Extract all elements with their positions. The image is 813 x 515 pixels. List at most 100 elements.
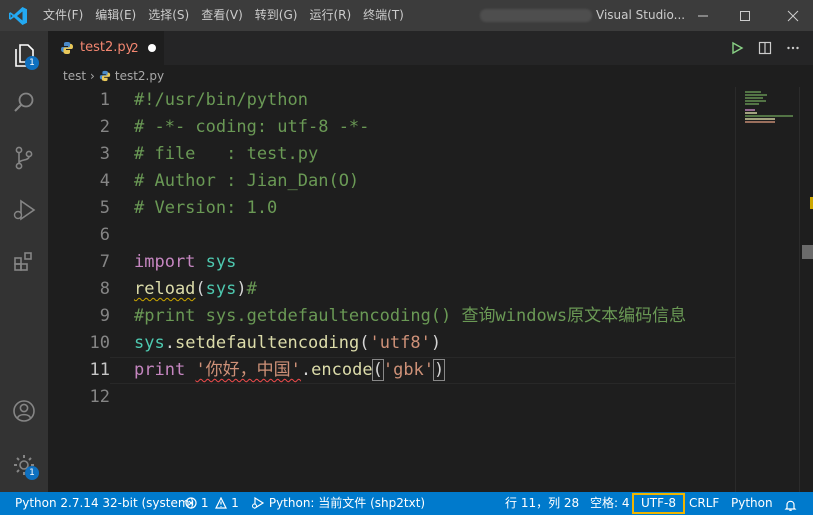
- python-interpreter[interactable]: Python 2.7.14 32-bit (system): [15, 492, 194, 515]
- notifications-button[interactable]: [784, 497, 797, 515]
- minimap-line: [745, 91, 761, 93]
- run-file-button[interactable]: [725, 36, 749, 60]
- account-icon: [13, 400, 35, 422]
- more-actions-button[interactable]: [781, 36, 805, 60]
- maximize-button[interactable]: [722, 0, 767, 31]
- minimap-line: [745, 103, 759, 105]
- problems-indicator[interactable]: 1 1: [185, 492, 239, 515]
- tab-problem-count: 2: [131, 41, 139, 55]
- minimap[interactable]: [735, 87, 799, 492]
- title-bar: 文件(F) 编辑(E) 选择(S) 查看(V) 转到(G) 运行(R) 终端(T…: [0, 0, 813, 31]
- menu-file[interactable]: 文件(F): [37, 0, 89, 31]
- extensions-icon: [14, 252, 32, 271]
- line-number: 1: [99, 90, 110, 110]
- menu-view[interactable]: 查看(V): [195, 0, 249, 31]
- menu-go[interactable]: 转到(G): [249, 0, 304, 31]
- cursor-position[interactable]: 行 11，列 28: [505, 492, 579, 515]
- paren-close: ): [430, 333, 442, 353]
- function-encode: encode: [311, 360, 373, 380]
- run-target-label: Python: 当前文件 (shp2txt): [268, 496, 426, 510]
- menu-bar: 文件(F) 编辑(E) 选择(S) 查看(V) 转到(G) 运行(R) 终端(T…: [37, 0, 410, 31]
- minimap-line: [745, 94, 767, 96]
- code-line-4: # Author : Jian_Dan(O): [134, 171, 360, 191]
- indentation[interactable]: 空格: 4: [590, 492, 630, 515]
- arg-sys: sys: [205, 279, 237, 299]
- breadcrumb-folder[interactable]: test: [63, 69, 86, 83]
- warning-icon: [215, 496, 228, 509]
- line-number: 4: [99, 171, 110, 191]
- code-line-10: sys.setdefaultencoding('utf8'): [134, 330, 441, 357]
- minimize-button[interactable]: [680, 0, 725, 31]
- code-line-5: # Version: 1.0: [134, 198, 278, 218]
- vscode-logo-icon: [9, 7, 27, 25]
- maximize-icon: [739, 10, 750, 21]
- explorer-badge: 1: [25, 56, 39, 70]
- paren-open: (: [195, 279, 206, 299]
- source-control-button[interactable]: [0, 134, 48, 182]
- function-setdefaultencoding: setdefaultencoding: [174, 333, 360, 353]
- split-editor-button[interactable]: [753, 36, 777, 60]
- line-number: 3: [99, 144, 110, 164]
- code-line-2: # -*- coding: utf-8 -*-: [134, 117, 370, 137]
- explorer-button[interactable]: 1: [0, 31, 48, 79]
- line-number: 5: [99, 198, 110, 218]
- code-line-8: reload(sys)#: [134, 276, 257, 303]
- menu-selection[interactable]: 选择(S): [142, 0, 195, 31]
- keyword-print: print: [134, 360, 186, 380]
- unsaved-dot-icon[interactable]: [148, 44, 156, 52]
- scroll-thumb[interactable]: [802, 245, 813, 259]
- language-mode[interactable]: Python: [731, 492, 773, 515]
- menu-run[interactable]: 运行(R): [303, 0, 357, 31]
- minimap-line: [745, 112, 757, 114]
- comment-hash: #: [246, 279, 257, 299]
- breadcrumb-file[interactable]: test2.py: [115, 69, 164, 83]
- encoding-selector[interactable]: UTF-8: [632, 493, 685, 514]
- code-line-7: import sys: [134, 249, 236, 276]
- accounts-button[interactable]: [0, 387, 48, 435]
- dot: .: [164, 333, 175, 353]
- close-button[interactable]: [770, 0, 813, 31]
- line-number: 12: [89, 387, 110, 407]
- minimap-line: [745, 115, 793, 117]
- extensions-button[interactable]: [0, 238, 48, 286]
- manage-button[interactable]: 1: [0, 441, 48, 489]
- code-line-11: print '你好，中国'.encode('gbk'): [134, 357, 446, 384]
- close-icon: [787, 10, 798, 21]
- code-editor[interactable]: 1 2 3 4 5 6 7 8 9 10 11 12 #!/usr/bin/py…: [48, 87, 735, 492]
- ellipsis-icon: [787, 46, 799, 50]
- code-line-9: #print sys.getdefaultencoding() 查询window…: [134, 306, 687, 326]
- split-editor-icon: [758, 41, 772, 55]
- run-debug-button[interactable]: [0, 186, 48, 234]
- line-number: 8: [99, 279, 110, 299]
- debug-run-icon: [252, 496, 265, 510]
- minimap-line: [745, 118, 775, 120]
- python-file-icon: [99, 70, 111, 82]
- end-of-line[interactable]: CRLF: [689, 492, 719, 515]
- source-control-icon: [15, 146, 33, 170]
- menu-edit[interactable]: 编辑(E): [89, 0, 142, 31]
- line-number: 10: [89, 333, 110, 353]
- warning-count: 1: [231, 496, 239, 510]
- python-file-icon: [61, 42, 73, 54]
- paren-open: (: [371, 359, 384, 381]
- breadcrumb: test › test2.py: [48, 65, 813, 87]
- play-icon: [732, 41, 744, 55]
- blurred-title-region: [480, 9, 592, 22]
- run-configuration[interactable]: Python: 当前文件 (shp2txt): [251, 492, 425, 515]
- minimize-icon: [697, 15, 708, 16]
- vertical-scrollbar[interactable]: [799, 87, 813, 492]
- minimap-line: [745, 121, 775, 123]
- tab-bar: test2.py 2: [48, 31, 813, 65]
- tab-label: test2.py: [80, 40, 134, 55]
- window-title: Visual Studio...: [596, 8, 686, 22]
- code-line-1: #!/usr/bin/python: [134, 90, 308, 110]
- search-button[interactable]: [0, 79, 48, 127]
- line-number: 6: [99, 225, 110, 245]
- tab-test2-py[interactable]: test2.py 2: [48, 31, 164, 65]
- activity-bar: 1 1: [0, 31, 48, 492]
- paren-close: ): [236, 279, 247, 299]
- keyword-import: import: [134, 252, 196, 272]
- string-nihao: '你好，中国': [195, 360, 301, 380]
- menu-terminal[interactable]: 终端(T): [357, 0, 410, 31]
- minimap-line: [745, 100, 766, 102]
